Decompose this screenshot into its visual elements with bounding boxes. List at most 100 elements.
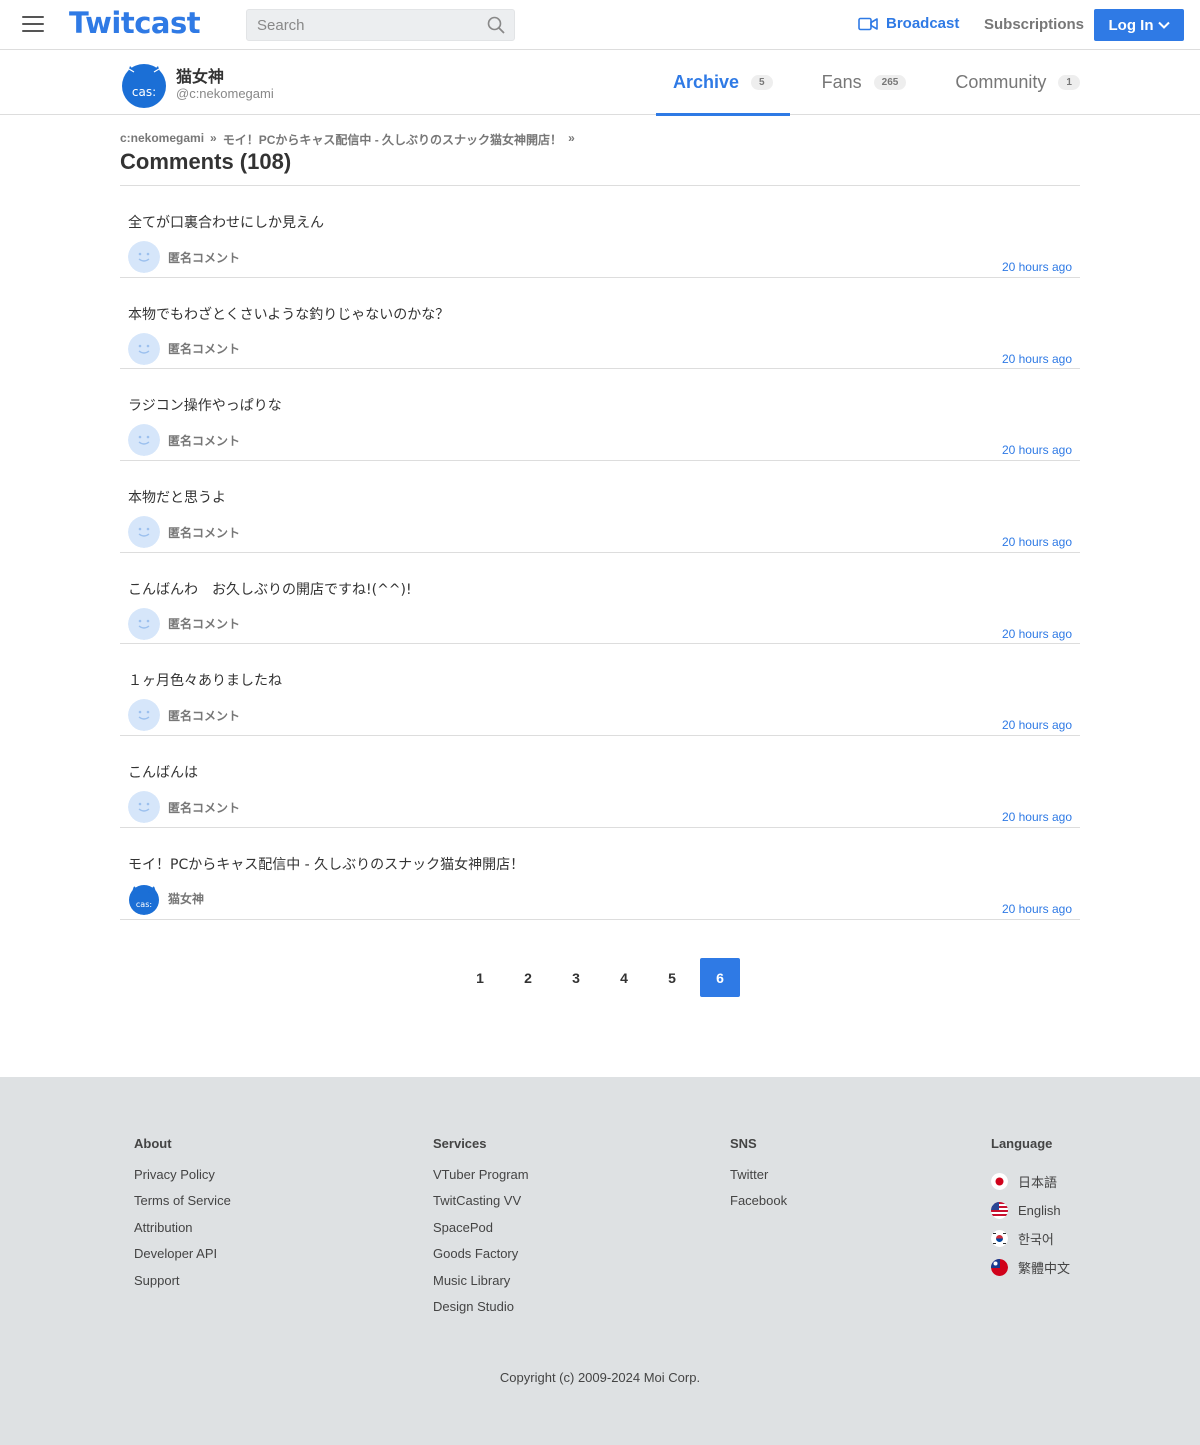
comment-timestamp[interactable]: 20 hours ago (1002, 627, 1072, 641)
pagination: 1 2 3 4 5 6 (0, 958, 1200, 997)
list-item: モイ！PCからキャス配信中 - 久しぶりのスナック猫女神開店！ cas: 猫女神… (120, 828, 1080, 920)
video-camera-icon (858, 17, 878, 30)
avatar-text: cas: (136, 900, 152, 909)
japan-flag-icon (991, 1172, 1008, 1190)
footer-link-attribution[interactable]: Attribution (134, 1220, 231, 1246)
tab-fans[interactable]: Fans 265 (790, 50, 939, 115)
language-label: 日本語 (1018, 1174, 1058, 1190)
footer-link-facebook[interactable]: Facebook (730, 1193, 787, 1219)
page-link-4[interactable]: 4 (604, 958, 644, 997)
site-logo[interactable]: Twitcast (69, 6, 201, 40)
comment-user: 匿名コメント (128, 241, 240, 273)
tab-archive[interactable]: Archive 5 (656, 50, 790, 116)
breadcrumb-movie-link[interactable]: モイ！PCからキャス配信中 - 久しぶりのスナック猫女神開店！ (223, 131, 562, 148)
comment-text: 本物だと思うよ (128, 490, 226, 507)
language-option-ko[interactable]: 한국어 (991, 1224, 1070, 1253)
footer-link-vtuber-program[interactable]: VTuber Program (433, 1167, 529, 1193)
anonymous-avatar-icon (128, 791, 160, 824)
broadcast-label: Broadcast (886, 15, 960, 32)
page-link-3[interactable]: 3 (556, 958, 596, 997)
language-label: 한국어 (1018, 1232, 1054, 1248)
page-title: Comments (108) (120, 149, 292, 174)
comment-username: 匿名コメント (168, 433, 241, 448)
login-label: Log In (1108, 16, 1154, 34)
footer-link-music-library[interactable]: Music Library (433, 1273, 529, 1299)
footer-link-terms[interactable]: Terms of Service (134, 1193, 231, 1219)
footer-link-twitter[interactable]: Twitter (730, 1167, 787, 1193)
footer-link-support[interactable]: Support (134, 1273, 231, 1299)
profile-tabs: Archive 5 Fans 265 Community 1 (656, 50, 1097, 116)
search-icon[interactable] (487, 16, 505, 34)
subscriptions-link[interactable]: Subscriptions (984, 16, 1084, 33)
comment-timestamp[interactable]: 20 hours ago (1002, 810, 1072, 824)
comment-user: 匿名コメント (128, 791, 240, 824)
search-input[interactable] (247, 10, 477, 40)
page-link-5[interactable]: 5 (652, 958, 692, 997)
anonymous-avatar-icon (128, 607, 160, 640)
comment-timestamp[interactable]: 20 hours ago (1002, 718, 1072, 732)
profile-name[interactable]: 猫女神 (176, 63, 224, 87)
list-item: 本物でもわざとくさいような釣りじゃないのかな？ 匿名コメント 20 hours … (120, 278, 1080, 370)
comment-user: 匿名コメント (128, 424, 241, 457)
footer-link-goods-factory[interactable]: Goods Factory (433, 1246, 529, 1272)
footer-link-spacepod[interactable]: SpacePod (433, 1220, 529, 1246)
breadcrumb-separator: » (568, 131, 575, 145)
broadcast-link[interactable]: Broadcast (858, 15, 959, 32)
avatar[interactable]: cas: (128, 883, 160, 915)
comment-list: 全てが口裏合わせにしか見えん 匿名コメント 20 hours ago 本物でもわ… (120, 185, 1080, 920)
comment-text: こんばんわ お久しぶりの開店ですね!(^^)! (128, 581, 412, 598)
page-link-6-current[interactable]: 6 (700, 958, 740, 997)
comment-user[interactable]: cas: 猫女神 (128, 883, 204, 915)
login-button[interactable]: Log In (1094, 9, 1184, 41)
language-label: 繁體中文 (1018, 1260, 1071, 1276)
comment-username: 匿名コメント (168, 250, 241, 265)
list-item: 全てが口裏合わせにしか見えん 匿名コメント 20 hours ago (120, 186, 1080, 278)
comment-username: 匿名コメント (168, 708, 241, 723)
comment-username[interactable]: 猫女神 (168, 890, 204, 907)
breadcrumb-user-link[interactable]: c:nekomegami (120, 131, 204, 148)
taiwan-flag-icon (991, 1258, 1008, 1276)
language-option-en[interactable]: English (991, 1196, 1070, 1225)
search-box (246, 9, 515, 41)
footer-services: Services VTuber Program TwitCasting VV S… (433, 1136, 529, 1325)
tab-count-badge: 1 (1058, 75, 1080, 90)
comment-timestamp[interactable]: 20 hours ago (1002, 902, 1072, 916)
hamburger-menu-icon[interactable] (22, 16, 44, 34)
language-option-ja[interactable]: 日本語 (991, 1167, 1070, 1196)
page-link-2[interactable]: 2 (508, 958, 548, 997)
footer: About Privacy Policy Terms of Service At… (0, 1077, 1200, 1445)
avatar[interactable]: cas: (120, 60, 168, 108)
tab-label: Fans (821, 72, 862, 92)
footer-link-privacy-policy[interactable]: Privacy Policy (134, 1167, 231, 1193)
comment-text: 本物でもわざとくさいような釣りじゃないのかな？ (128, 306, 450, 323)
page-link-1[interactable]: 1 (460, 958, 500, 997)
language-label: English (1018, 1202, 1061, 1218)
tab-community[interactable]: Community 1 (938, 50, 1097, 115)
language-option-zh-tw[interactable]: 繁體中文 (991, 1253, 1070, 1282)
comment-timestamp[interactable]: 20 hours ago (1002, 535, 1072, 549)
profile-bar: cas: 猫女神 @c:nekomegami Archive 5 Fans 26… (0, 50, 1200, 116)
comment-timestamp[interactable]: 20 hours ago (1002, 352, 1072, 366)
comment-text: モイ！PCからキャス配信中 - 久しぶりのスナック猫女神開店！ (128, 856, 525, 873)
comment-text: ラジコン操作やっぱりな (128, 398, 282, 415)
top-navbar: Twitcast Broadcast Subscriptions Log In (0, 0, 1200, 50)
footer-heading: Services (433, 1136, 487, 1151)
comment-username: 匿名コメント (168, 342, 241, 357)
footer-link-developer-api[interactable]: Developer API (134, 1246, 231, 1272)
tab-count-badge: 265 (873, 75, 907, 90)
comment-text: １ヶ月色々ありましたね (128, 673, 282, 690)
anonymous-avatar-icon (128, 424, 160, 457)
comment-timestamp[interactable]: 20 hours ago (1002, 260, 1072, 274)
breadcrumb-separator: » (210, 131, 217, 145)
copyright: Copyright (c) 2009-2024 Moi Corp. (499, 1370, 701, 1385)
list-item: ラジコン操作やっぱりな 匿名コメント 20 hours ago (120, 369, 1080, 462)
footer-link-twitcasting-vv[interactable]: TwitCasting VV (433, 1193, 529, 1219)
list-item: こんばんは 匿名コメント 20 hours ago (120, 736, 1080, 828)
tab-count-badge: 5 (751, 75, 773, 90)
anonymous-avatar-icon (128, 516, 160, 549)
comment-timestamp[interactable]: 20 hours ago (1002, 443, 1072, 457)
tab-label: Community (955, 72, 1047, 92)
footer-link-design-studio[interactable]: Design Studio (433, 1299, 529, 1325)
footer-sns: SNS Twitter Facebook (730, 1136, 787, 1220)
anonymous-avatar-icon (128, 332, 160, 365)
